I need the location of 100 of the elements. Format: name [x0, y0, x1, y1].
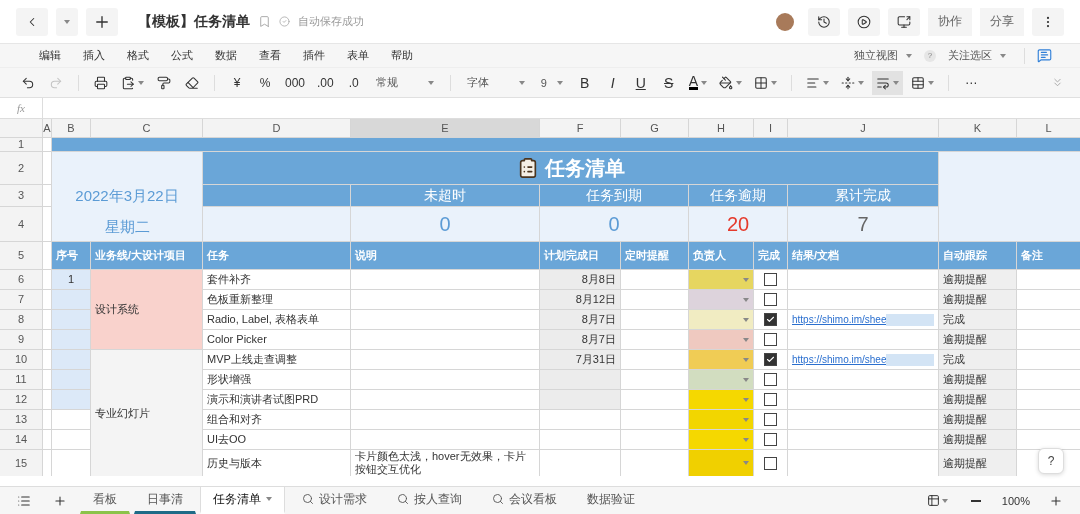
- stat-value: 20: [689, 207, 787, 241]
- more-tools-button[interactable]: ⋯: [959, 70, 984, 95]
- row-header[interactable]: 1: [0, 138, 42, 151]
- checkbox[interactable]: [764, 313, 777, 326]
- redacted-block: [886, 313, 934, 326]
- owner-cell[interactable]: [689, 410, 753, 429]
- follow-dropdown[interactable]: 关注选区: [942, 43, 1012, 68]
- link[interactable]: https://shimo.im/shee: [792, 313, 887, 326]
- row-header[interactable]: 9: [0, 330, 42, 349]
- checkbox[interactable]: [764, 273, 777, 286]
- checkbox[interactable]: [764, 393, 777, 406]
- add-decimal-button[interactable]: .00: [313, 70, 338, 95]
- thousands-button[interactable]: 000: [281, 70, 310, 95]
- row-header[interactable]: 3: [0, 185, 42, 206]
- column-header[interactable]: B: [52, 119, 90, 137]
- column-header[interactable]: D: [203, 119, 350, 137]
- caret-icon: [743, 397, 749, 402]
- menu-item[interactable]: 格式: [116, 48, 160, 63]
- checkbox[interactable]: [764, 373, 777, 386]
- owner-cell[interactable]: [689, 310, 753, 329]
- owner-cell[interactable]: [689, 450, 753, 476]
- menu-item[interactable]: 表单: [336, 48, 380, 63]
- caret-icon: [1000, 53, 1006, 58]
- column-header[interactable]: L: [1017, 119, 1080, 137]
- document-title: 【模板】任务清单: [138, 12, 250, 31]
- menu-item[interactable]: 查看: [248, 48, 292, 63]
- italic-button[interactable]: I: [600, 70, 625, 95]
- row-header[interactable]: 10: [0, 350, 42, 369]
- checkbox[interactable]: [764, 433, 777, 446]
- sheet-tab[interactable]: 任务清单: [200, 487, 285, 514]
- header-button[interactable]: 协作: [928, 7, 972, 36]
- new-button[interactable]: [86, 7, 118, 36]
- checkbox[interactable]: [764, 353, 777, 366]
- row-header[interactable]: 14: [0, 430, 42, 449]
- bold-button[interactable]: B: [572, 70, 597, 95]
- view-dropdown[interactable]: 独立视图: [848, 43, 918, 68]
- wrap-button[interactable]: [872, 70, 904, 95]
- row-header[interactable]: 13: [0, 410, 42, 429]
- owner-cell[interactable]: [689, 370, 753, 389]
- link[interactable]: https://shimo.im/shee: [792, 353, 887, 366]
- table-cell: [621, 270, 688, 289]
- play-icon: [857, 14, 871, 29]
- row-header[interactable]: 8: [0, 310, 42, 329]
- play-button[interactable]: [848, 7, 880, 36]
- search-icon: [492, 493, 504, 505]
- checkbox[interactable]: [764, 413, 777, 426]
- help-button[interactable]: ?: [1038, 448, 1064, 474]
- column-header[interactable]: H: [689, 119, 753, 137]
- owner-cell[interactable]: [689, 290, 753, 309]
- avatar[interactable]: [776, 12, 794, 31]
- column-header[interactable]: A: [43, 119, 51, 137]
- row-header[interactable]: 5: [0, 242, 42, 269]
- font-size-dropdown[interactable]: 9: [534, 70, 569, 95]
- column-title: 任务: [203, 242, 350, 269]
- percent-button[interactable]: %: [253, 70, 277, 95]
- owner-cell[interactable]: [689, 330, 753, 349]
- underline-button[interactable]: U: [628, 70, 653, 95]
- checkbox[interactable]: [764, 333, 777, 346]
- column-header[interactable]: K: [939, 119, 1016, 137]
- font-color-button[interactable]: A: [684, 70, 712, 95]
- menu-item[interactable]: 帮助: [380, 48, 424, 63]
- header-button[interactable]: 分享: [980, 7, 1024, 36]
- column-header[interactable]: G: [621, 119, 688, 137]
- menu-item[interactable]: 编辑: [28, 48, 72, 63]
- menu-item[interactable]: 数据: [204, 48, 248, 63]
- owner-cell[interactable]: [689, 350, 753, 369]
- row-header[interactable]: 11: [0, 370, 42, 389]
- remove-decimal-button[interactable]: .0: [341, 70, 366, 95]
- table-cell: [1017, 310, 1080, 329]
- currency-button[interactable]: ¥: [225, 70, 249, 95]
- checkbox[interactable]: [764, 456, 777, 470]
- column-header[interactable]: J: [788, 119, 938, 137]
- row-header[interactable]: 4: [0, 207, 42, 241]
- stat-label: 任务到期: [540, 185, 688, 206]
- menu-item[interactable]: 插入: [72, 48, 116, 63]
- column-header[interactable]: F: [540, 119, 620, 137]
- row-header[interactable]: 2: [0, 152, 42, 184]
- owner-cell[interactable]: [689, 270, 753, 289]
- row-header[interactable]: 7: [0, 290, 42, 309]
- caret-icon: [743, 417, 749, 422]
- bookmark-icon[interactable]: [258, 15, 271, 28]
- row-header[interactable]: 12: [0, 390, 42, 409]
- menu-item[interactable]: 插件: [292, 48, 336, 63]
- strikethrough-button[interactable]: S: [656, 70, 681, 95]
- number-format-dropdown[interactable]: 常规: [369, 70, 440, 95]
- comment-icon[interactable]: [1037, 48, 1052, 63]
- column-header[interactable]: I: [754, 119, 787, 137]
- menu-item[interactable]: 公式: [160, 48, 204, 63]
- font-dropdown[interactable]: 字体: [460, 70, 531, 95]
- table-cell: MVP上线走查调整: [203, 350, 350, 369]
- owner-cell[interactable]: [689, 390, 753, 409]
- column-title: 完成: [754, 242, 787, 269]
- checkbox[interactable]: [764, 293, 777, 306]
- row-header[interactable]: 15: [0, 450, 42, 476]
- history-button[interactable]: [808, 7, 840, 36]
- stat-label: 未超时: [351, 185, 539, 206]
- row-header[interactable]: 6: [0, 270, 42, 289]
- column-header[interactable]: C: [91, 119, 202, 137]
- present-button[interactable]: [888, 7, 920, 36]
- owner-cell[interactable]: [689, 430, 753, 449]
